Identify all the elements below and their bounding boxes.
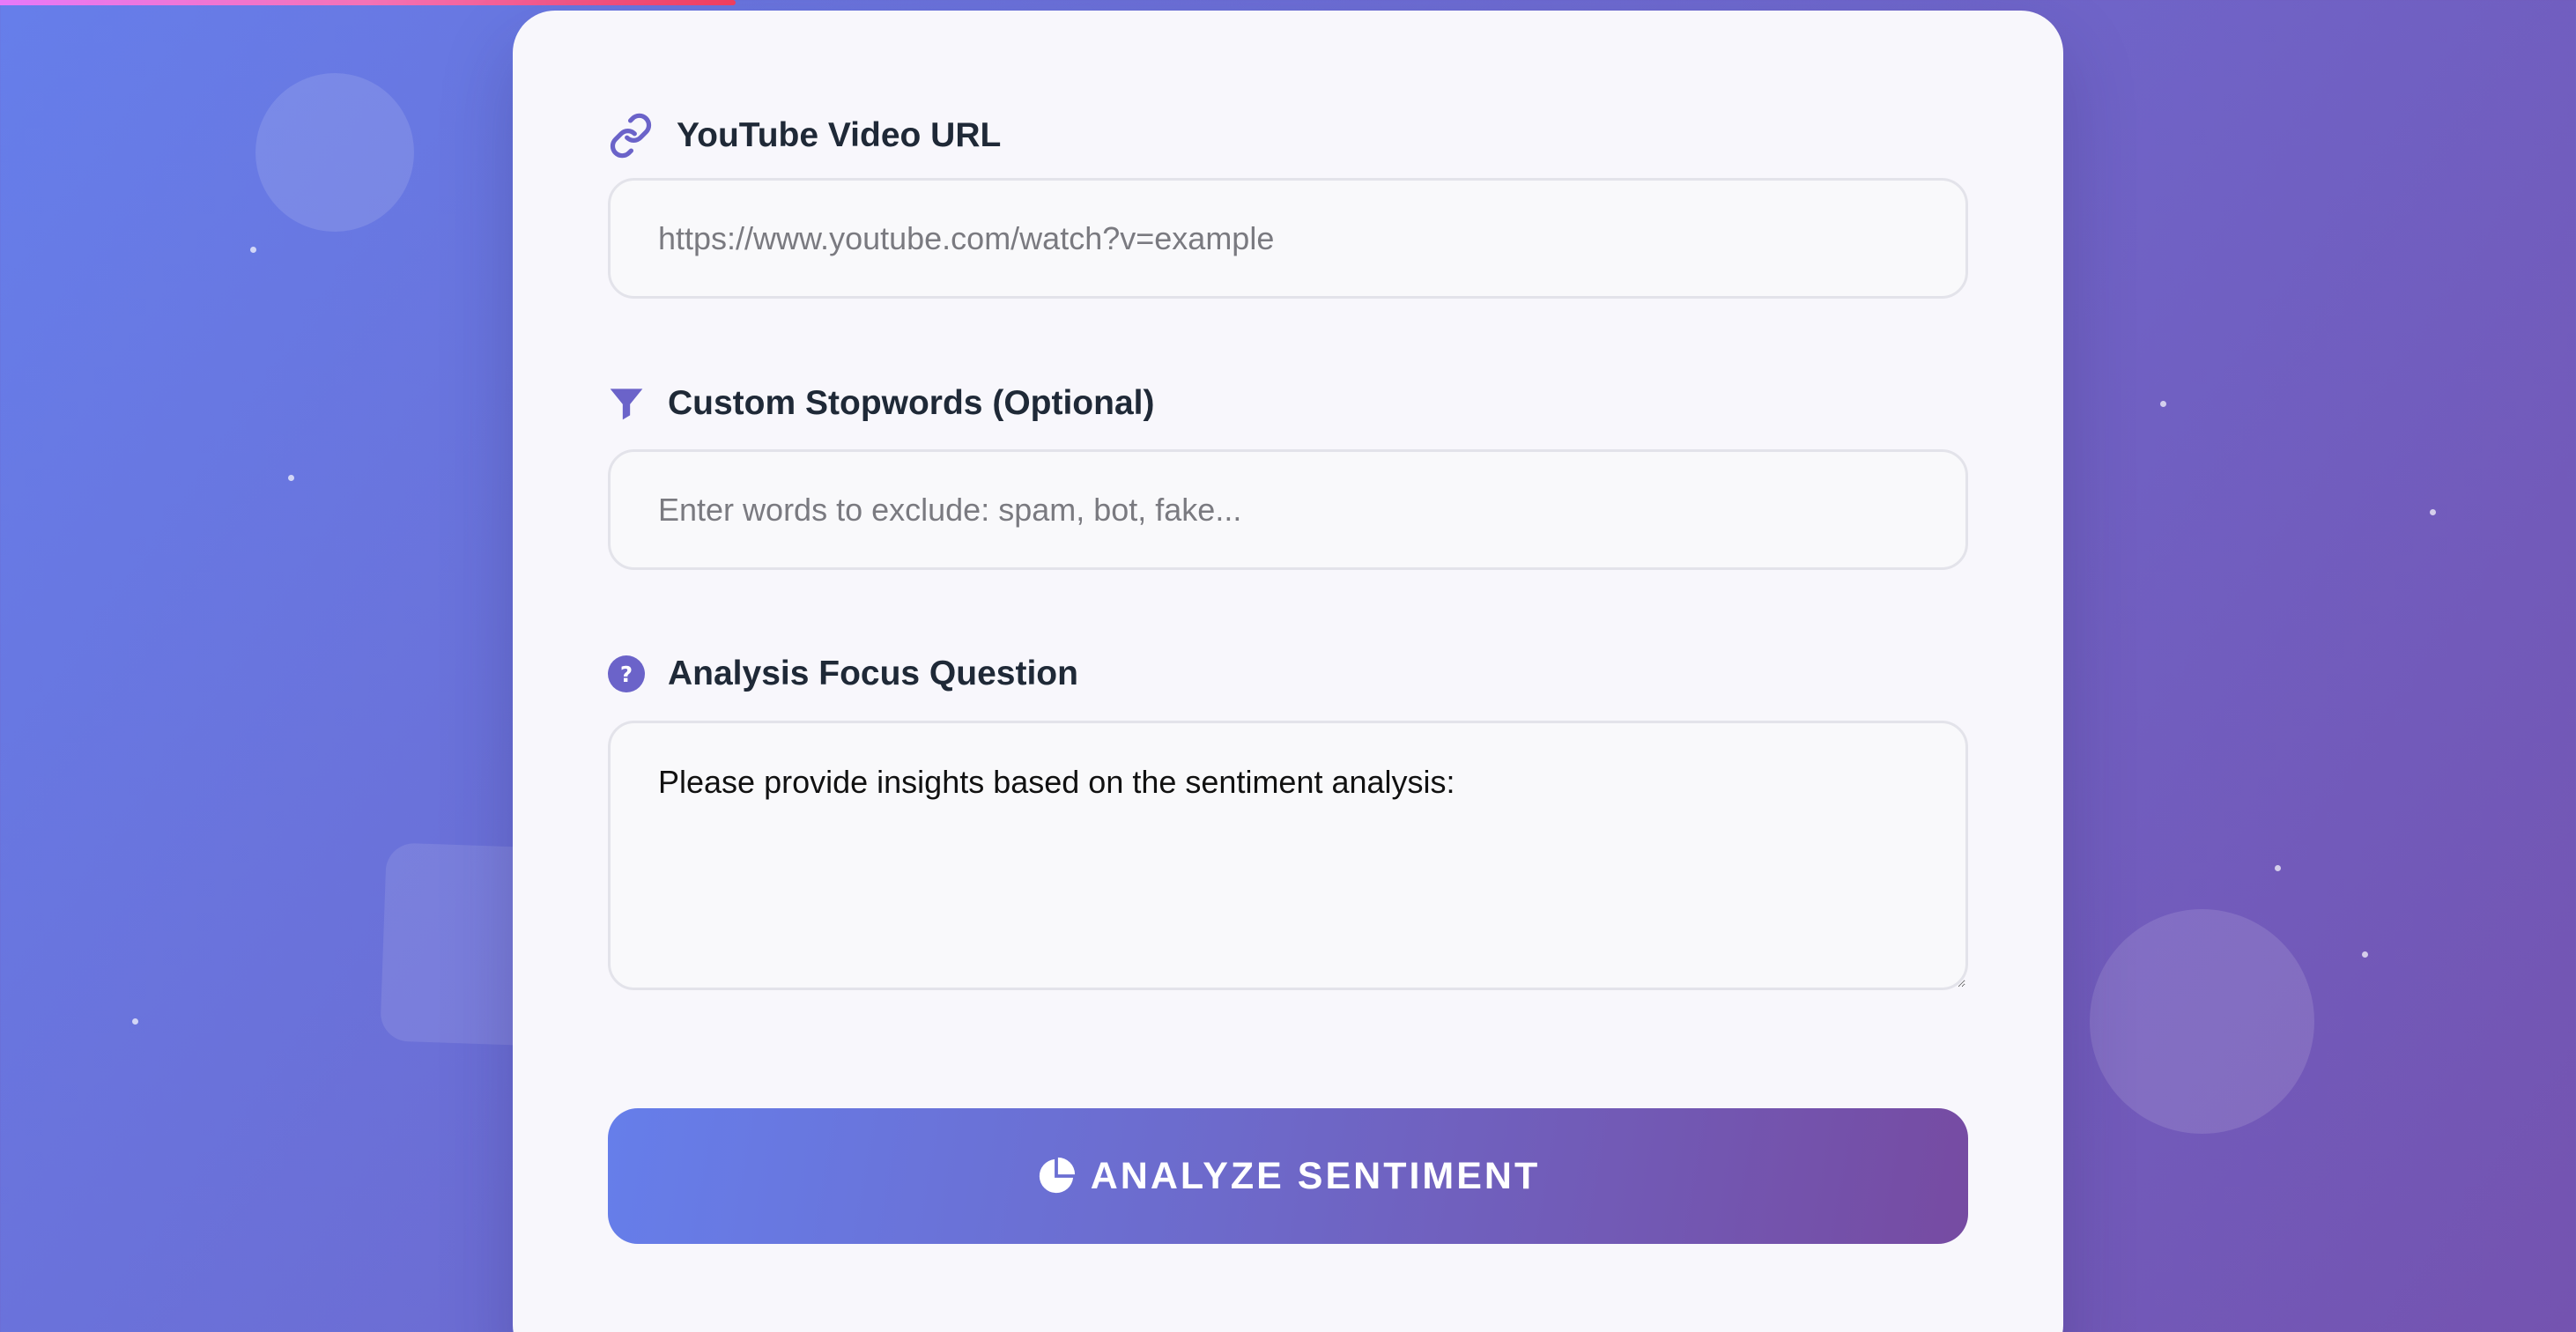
filter-icon	[608, 386, 645, 421]
page-load-progress	[0, 0, 736, 5]
pie-chart-icon	[1036, 1156, 1077, 1196]
decor-dot	[2160, 401, 2166, 407]
analysis-form-card: YouTube Video URL Custom Stopwords (Opti…	[513, 11, 2063, 1332]
decor-dot	[2275, 865, 2281, 871]
question-field-label-text: Analysis Focus Question	[668, 655, 1078, 692]
decor-dot	[288, 475, 294, 481]
question-field-label: ? Analysis Focus Question	[608, 655, 1078, 693]
stopwords-input[interactable]	[608, 449, 1968, 570]
url-field-label-text: YouTube Video URL	[677, 116, 1002, 154]
decor-dot	[2430, 509, 2436, 515]
analysis-question-textarea[interactable]: Please provide insights based on the sen…	[608, 721, 1968, 990]
url-field-label: YouTube Video URL	[608, 113, 1001, 159]
link-icon	[608, 113, 654, 159]
youtube-url-input[interactable]	[608, 178, 1968, 299]
stopwords-field-label-text: Custom Stopwords (Optional)	[668, 384, 1155, 422]
decor-dot	[132, 1018, 138, 1025]
decor-dot	[2362, 951, 2368, 958]
analyze-sentiment-label: ANALYZE SENTIMENT	[1090, 1154, 1541, 1197]
decor-dot	[250, 247, 256, 253]
stopwords-field-label: Custom Stopwords (Optional)	[608, 384, 1154, 423]
svg-text:?: ?	[620, 662, 633, 687]
question-circle-icon: ?	[608, 655, 645, 692]
decor-bubble	[2090, 909, 2314, 1134]
decor-bubble	[255, 73, 414, 232]
analyze-sentiment-button[interactable]: ANALYZE SENTIMENT	[608, 1108, 1968, 1244]
